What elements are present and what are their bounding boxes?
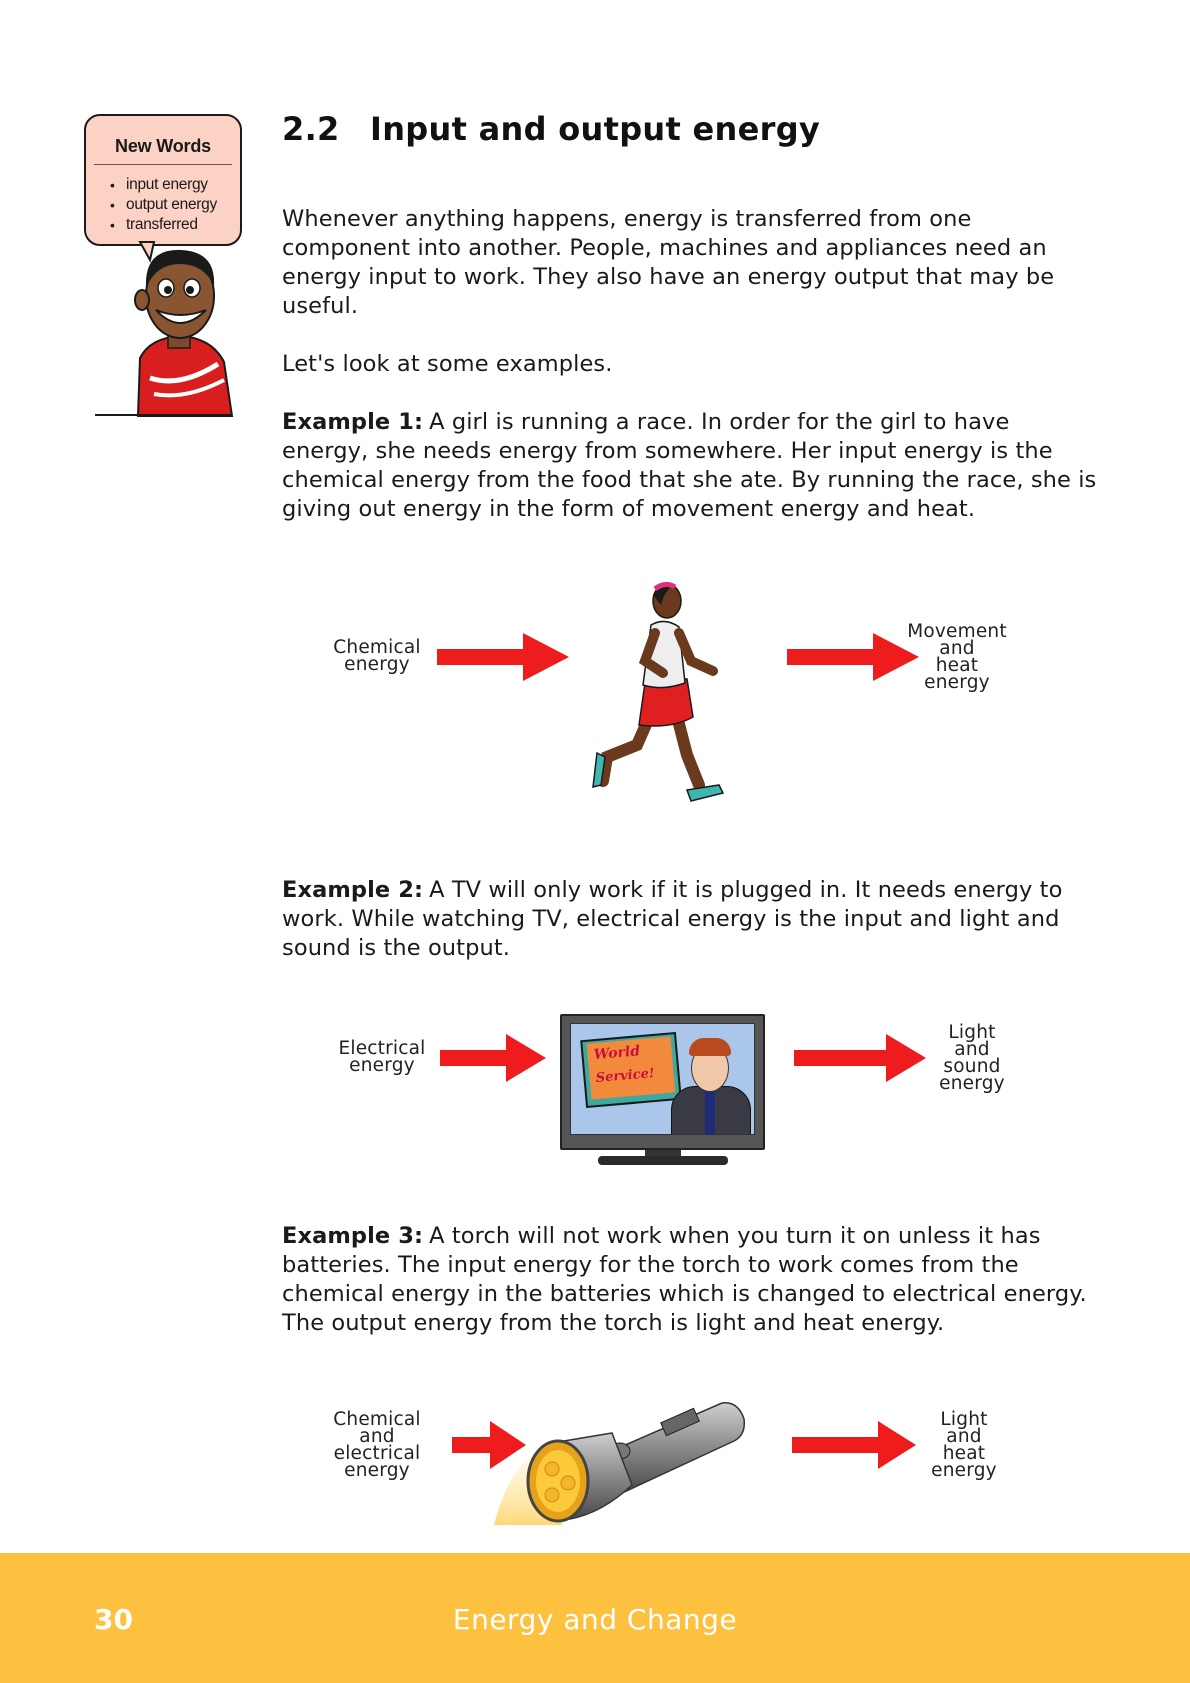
mascot-divider [95,414,231,416]
example-2-diagram: Electrical energy World Service! Light and… [282,1010,1042,1170]
mascot-boy-illustration [134,241,234,417]
input-arrow-icon [440,1034,546,1082]
example-3-diagram: Chemical and electrical energy Light and… [282,1385,1042,1525]
tv-illustration: World Service! [560,1010,765,1165]
running-girl-illustration [592,581,725,802]
example-1-output-label: Movement and heat energy [907,621,1007,693]
new-words-list: input energy output energy transferred [94,175,232,235]
intro-paragraph: Whenever anything happens, energy is tra… [282,206,1055,319]
example-2-paragraph: Example 2: A TV will only work if it is p… [282,876,1102,963]
example-3-label: Example 3: [282,1223,424,1249]
output-arrow-icon [792,1421,916,1469]
tv-screen-text-1: World [593,1043,641,1064]
tv-screen-text-2: Service! [595,1066,656,1087]
footer-title: Energy and Change [452,1603,738,1636]
example-1-diagram: Chemical energy Movement and heat energy [282,575,1042,820]
example-3-paragraph: Example 3: A torch will not work when you… [282,1222,1102,1338]
example-1-input-label: Chemical energy [333,637,421,675]
lead-paragraph: Let's look at some examples. [282,351,613,377]
output-arrow-icon [787,633,919,681]
example-3-output-label: Light and heat energy [931,1409,997,1481]
torch-illustration [494,1402,746,1525]
example-2-input-label: Electrical energy [338,1038,426,1076]
section-heading: 2.2 Input and output energy [282,110,820,148]
new-word-item: output energy [110,195,232,215]
page-footer: 30 Energy and Change [0,1553,1190,1683]
example-1-paragraph: Example 1: A girl is running a race. In o… [282,408,1102,524]
example-1-label: Example 1: [282,409,424,435]
input-arrow-icon [437,633,569,681]
new-word-item: input energy [110,175,232,195]
new-words-box: New Words input energy output energy tra… [84,114,242,246]
example-2-output-label: Light and sound energy [939,1022,1005,1094]
new-words-title: New Words [94,136,232,165]
section-number: 2.2 [282,110,340,148]
example-3-input-label: Chemical and electrical energy [333,1409,421,1481]
example-2-label: Example 2: [282,877,424,903]
new-word-item: transferred [110,215,232,235]
output-arrow-icon [794,1034,926,1082]
section-title: Input and output energy [370,110,821,148]
